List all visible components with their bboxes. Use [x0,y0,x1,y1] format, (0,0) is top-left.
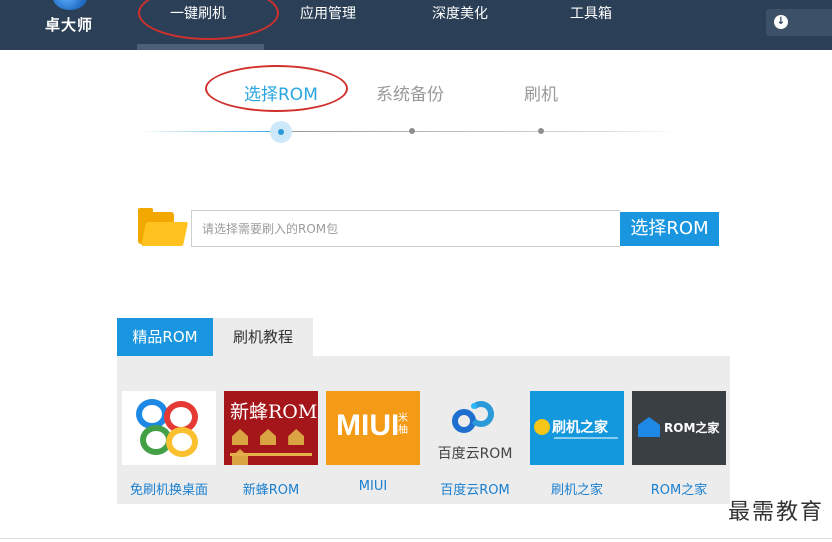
shuaji-home-icon [534,419,550,435]
progress-track-remaining [283,131,678,132]
rom-label-miui[interactable]: MIUI [318,479,428,494]
tab-featured-rom[interactable]: 精品ROM [117,318,213,356]
rom-home-icon [638,417,660,437]
logo-icon [53,0,87,10]
bottom-divider [0,538,832,539]
rom-label-go-launcher[interactable]: 免刷机换桌面 [114,479,224,498]
rom-label-baidu[interactable]: 百度云ROM [420,479,530,498]
tab-flash-tutorial[interactable]: 刷机教程 [213,318,313,356]
rom-label-rom-home[interactable]: ROM之家 [624,479,734,498]
progress-step3-dot [538,128,544,134]
select-rom-button[interactable]: 选择ROM [620,212,719,246]
annotation-circle-step [205,65,348,112]
xinfeng-house-row [232,429,318,465]
rom-tile-baidu[interactable]: 百度云ROM [428,391,522,465]
nav-item-app-management[interactable]: 应用管理 [300,3,356,23]
xinfeng-rom-icon: 新蜂ROM [230,401,318,423]
nav-active-indicator [137,44,264,50]
rom-tile-xinfeng[interactable]: 新蜂ROM [224,391,318,465]
top-navigation-bar [0,0,832,50]
shuaji-banner-underline [554,437,618,439]
step-flash: 刷机 [524,85,558,105]
progress-step2-dot [409,128,415,134]
rom-label-shuaji-home[interactable]: 刷机之家 [522,479,632,498]
app-logo: 卓大师 [40,0,100,50]
progress-track-done [140,131,283,132]
rom-home-banner-text: ROM之家 [664,421,720,435]
download-icon[interactable]: ↓ [774,15,788,29]
miui-icon: MIUI [336,409,400,442]
nav-item-toolbox[interactable]: 工具箱 [570,3,612,23]
rom-tile-rom-home[interactable]: ROM之家 [632,391,726,465]
progress-current-dot [278,129,284,135]
folder-icon-front [141,222,189,246]
logo-text: 卓大师 [45,16,94,34]
nav-item-deep-beautify[interactable]: 深度美化 [432,3,488,23]
rom-path-input[interactable] [191,210,620,247]
rom-tile-go-launcher[interactable] [122,391,216,465]
miui-sub-text: 米柚 [398,413,408,436]
step-system-backup: 系统备份 [376,85,444,105]
baidu-banner-text: 百度云ROM [437,446,513,462]
shuaji-banner-text: 刷机之家 [552,420,608,436]
rom-label-xinfeng[interactable]: 新蜂ROM [216,479,326,498]
watermark-text: 最需教育 [727,500,824,525]
xinfeng-footer-strip [230,453,312,456]
rom-tile-shuaji-home[interactable]: 刷机之家 [530,391,624,465]
rom-tile-miui[interactable]: MIUI 米柚 [326,391,420,465]
